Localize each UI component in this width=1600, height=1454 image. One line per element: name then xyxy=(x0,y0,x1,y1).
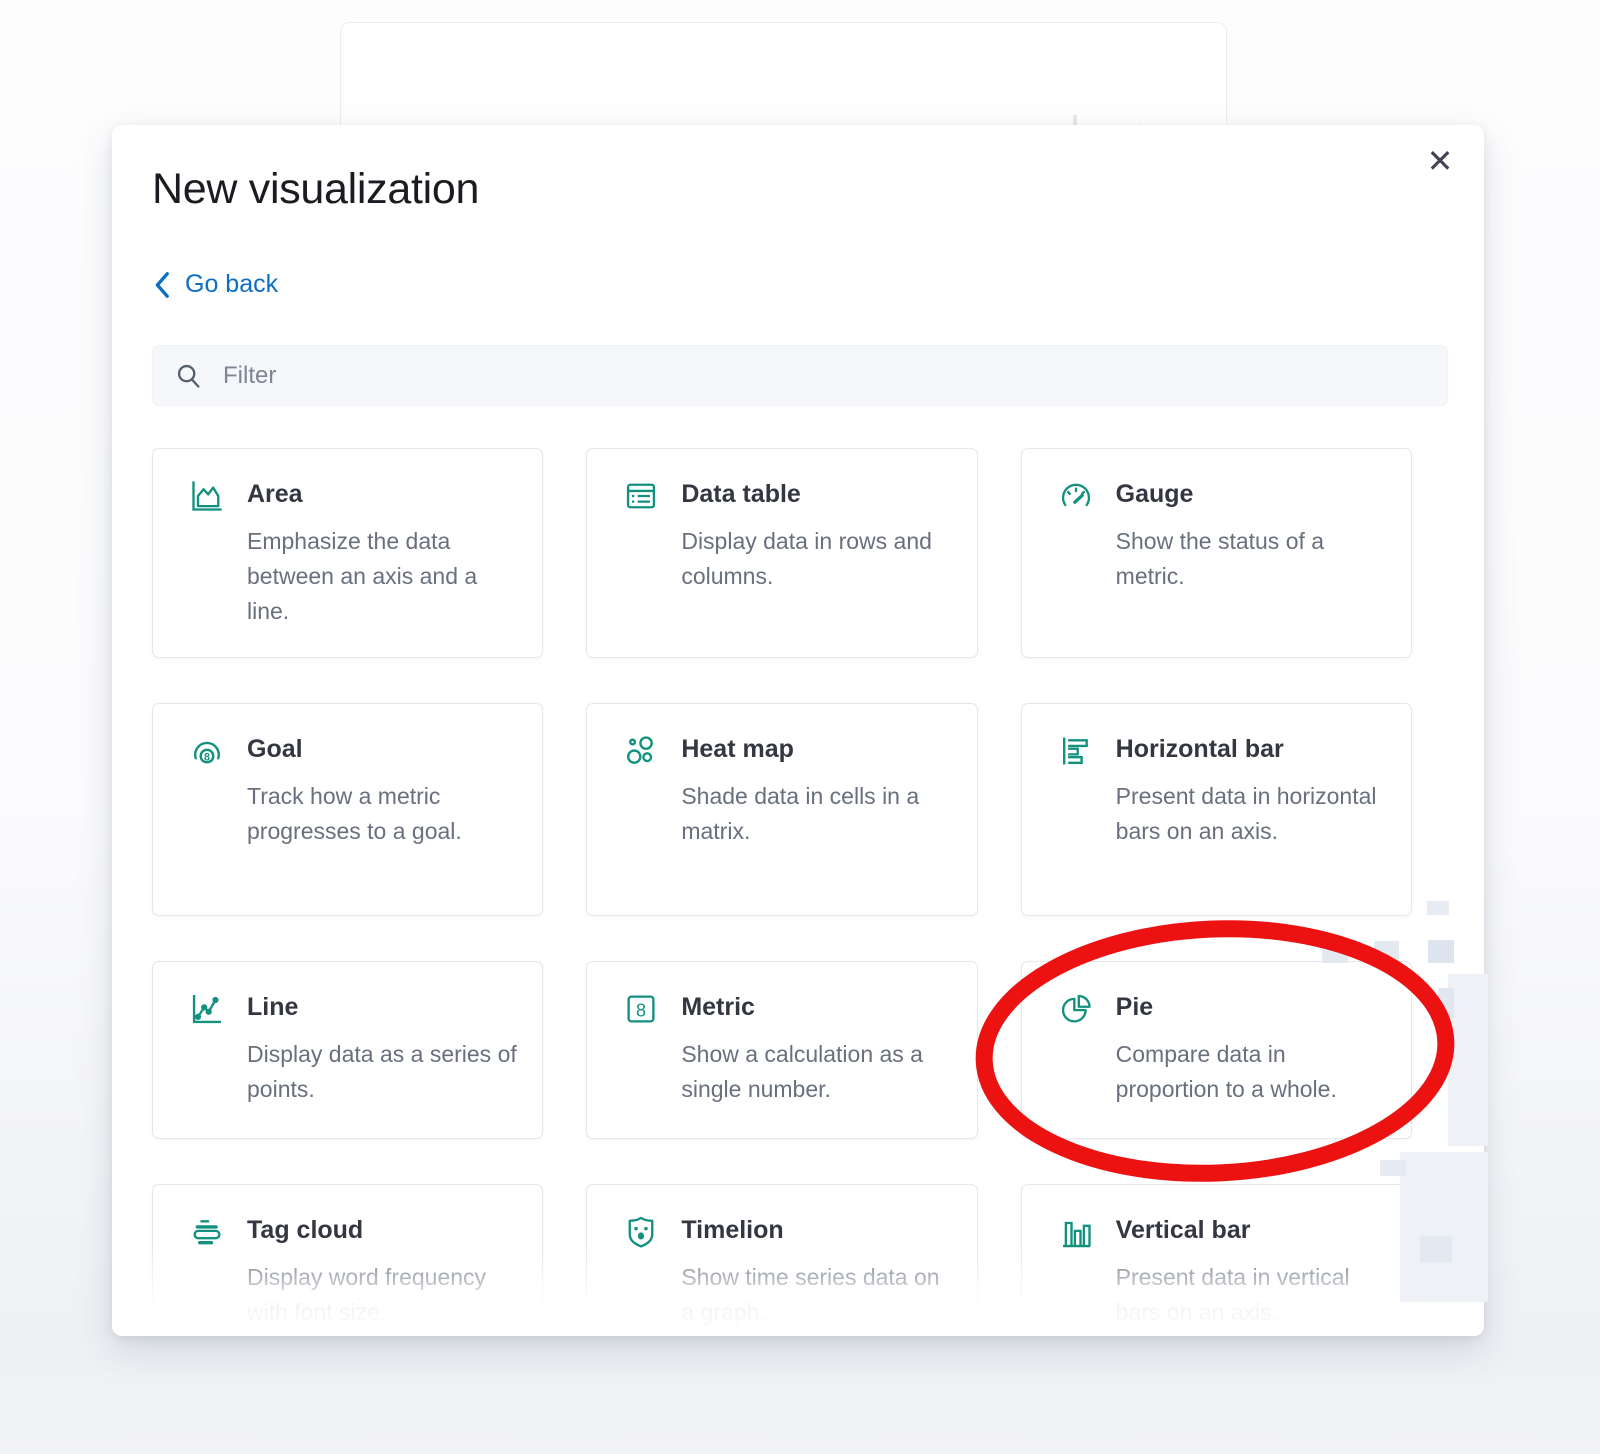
viz-card-description: Show the status of a metric. xyxy=(1116,524,1387,594)
visualization-card-grid: Area Emphasize the data between an axis … xyxy=(152,448,1412,1336)
viz-card-title: Tag cloud xyxy=(247,1212,518,1248)
viz-card-title: Vertical bar xyxy=(1116,1212,1387,1248)
tag-cloud-icon xyxy=(189,1214,225,1250)
viz-card-description: Display word frequency with font size. xyxy=(247,1260,518,1330)
metric-icon: 8 xyxy=(623,991,659,1027)
viz-card-description: Emphasize the data between an axis and a… xyxy=(247,524,518,629)
viz-card-description: Show time series data on a graph. xyxy=(681,1260,952,1330)
viz-card-area[interactable]: Area Emphasize the data between an axis … xyxy=(152,448,543,658)
viz-card-description: Present data in vertical bars on an axis… xyxy=(1116,1260,1387,1330)
gauge-icon xyxy=(1058,478,1094,514)
area-chart-icon xyxy=(189,478,225,514)
viz-card-timelion[interactable]: Timelion Show time series data on a grap… xyxy=(586,1184,977,1336)
svg-text:8: 8 xyxy=(204,751,210,763)
viz-card-vertical-bar[interactable]: Vertical bar Present data in vertical ba… xyxy=(1021,1184,1412,1336)
viz-card-title: Line xyxy=(247,989,518,1025)
goal-icon: 8 xyxy=(189,733,225,769)
viz-card-title: Gauge xyxy=(1116,476,1387,512)
viz-card-pie[interactable]: Pie Compare data in proportion to a whol… xyxy=(1021,961,1412,1139)
viz-card-title: Area xyxy=(247,476,518,512)
search-input[interactable] xyxy=(221,345,1447,406)
data-table-icon xyxy=(623,478,659,514)
heat-map-icon xyxy=(623,733,659,769)
viz-card-title: Heat map xyxy=(681,731,952,767)
svg-text:8: 8 xyxy=(636,1000,646,1020)
pie-chart-icon xyxy=(1058,991,1094,1027)
page-title: New visualization xyxy=(152,165,479,214)
viz-card-description: Display data as a series of points. xyxy=(247,1037,518,1107)
viz-card-title: Goal xyxy=(247,731,518,767)
viz-card-goal[interactable]: 8 Goal Track how a metric progresses to … xyxy=(152,703,543,916)
viz-card-description: Show a calculation as a single number. xyxy=(681,1037,952,1107)
viz-card-title: Horizontal bar xyxy=(1116,731,1387,767)
viz-card-title: Timelion xyxy=(681,1212,952,1248)
viz-card-description: Shade data in cells in a matrix. xyxy=(681,779,952,849)
timelion-icon xyxy=(623,1214,659,1250)
viz-card-line[interactable]: Line Display data as a series of points. xyxy=(152,961,543,1139)
viz-card-metric[interactable]: 8 Metric Show a calculation as a single … xyxy=(586,961,977,1139)
viz-card-description: Track how a metric progresses to a goal. xyxy=(247,779,518,849)
viz-card-title: Metric xyxy=(681,989,952,1025)
viz-card-gauge[interactable]: Gauge Show the status of a metric. xyxy=(1021,448,1412,658)
viz-card-tag-cloud[interactable]: Tag cloud Display word frequency with fo… xyxy=(152,1184,543,1336)
screenshot-root: { "modal": { "title": "New visualization… xyxy=(0,0,1600,1454)
line-chart-icon xyxy=(189,991,225,1027)
close-icon[interactable]: ✕ xyxy=(1418,139,1462,183)
viz-card-horizontal-bar[interactable]: Horizontal bar Present data in horizonta… xyxy=(1021,703,1412,916)
viz-card-data-table[interactable]: Data table Display data in rows and colu… xyxy=(586,448,977,658)
horizontal-bar-icon xyxy=(1058,733,1094,769)
viz-card-heat-map[interactable]: Heat map Shade data in cells in a matrix… xyxy=(586,703,977,916)
filter-search-box xyxy=(152,345,1448,406)
viz-card-description: Present data in horizontal bars on an ax… xyxy=(1116,779,1387,849)
viz-card-description: Display data in rows and columns. xyxy=(681,524,952,594)
viz-card-description: Compare data in proportion to a whole. xyxy=(1116,1037,1387,1107)
viz-card-title: Pie xyxy=(1116,989,1387,1025)
vertical-bar-icon xyxy=(1058,1214,1094,1250)
search-icon xyxy=(175,362,203,390)
go-back-link[interactable]: Go back xyxy=(154,270,278,299)
new-visualization-modal: ✕ New visualization Go back Area Emphasi… xyxy=(112,125,1484,1336)
viz-card-title: Data table xyxy=(681,476,952,512)
go-back-label: Go back xyxy=(185,270,278,299)
chevron-left-icon xyxy=(154,271,172,299)
